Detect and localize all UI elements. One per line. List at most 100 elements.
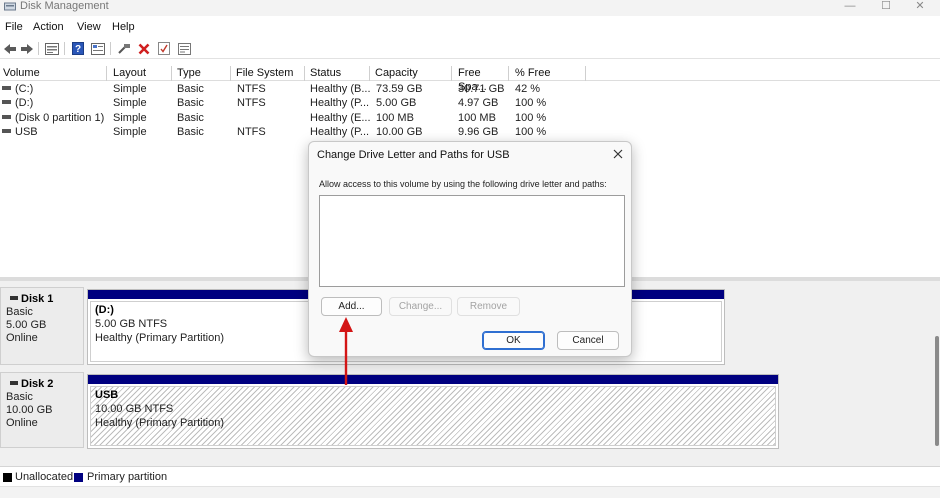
properties-icon[interactable] xyxy=(90,41,106,56)
window-title: Disk Management xyxy=(20,0,109,12)
cell-percent-free: 100 % xyxy=(515,112,547,124)
unallocated-swatch xyxy=(3,473,12,482)
svg-text:?: ? xyxy=(75,44,81,55)
dialog-title: Change Drive Letter and Paths for USB xyxy=(317,149,510,161)
table-row[interactable]: USB Simple Basic NTFS Healthy (P... 10.0… xyxy=(0,125,940,139)
column-status[interactable]: Status xyxy=(307,66,370,81)
disk-2-label[interactable]: Disk 2 Basic 10.00 GB Online xyxy=(0,372,84,448)
column-percent-free[interactable]: % Free xyxy=(512,66,586,81)
connect-icon[interactable] xyxy=(116,41,132,56)
disk-size: 5.00 GB xyxy=(6,319,47,331)
cell-capacity: 100 MB xyxy=(376,112,414,124)
cell-free-space: 30.71 GB xyxy=(458,83,505,95)
title-bar: Disk Management — ☐ ✕ xyxy=(0,0,940,16)
column-type[interactable]: Type xyxy=(174,66,231,81)
disk-icon xyxy=(10,296,18,301)
drive-paths-list[interactable] xyxy=(319,195,625,287)
legend-unallocated: Unallocated xyxy=(15,471,74,483)
cell-layout: Simple xyxy=(113,97,147,109)
disk-management-icon xyxy=(4,2,16,11)
cell-volume: (C:) xyxy=(2,82,107,96)
column-layout[interactable]: Layout xyxy=(110,66,172,81)
cell-percent-free: 100 % xyxy=(515,97,547,109)
volume-name: (C:) xyxy=(15,83,34,95)
volume-name: (D:) xyxy=(15,97,34,109)
menu-view[interactable]: View xyxy=(77,21,101,33)
disk-name: Disk 2 xyxy=(6,377,83,391)
back-icon[interactable] xyxy=(2,41,18,56)
table-row[interactable]: (C:) Simple Basic NTFS Healthy (B... 73.… xyxy=(0,82,940,96)
toolbar: ? xyxy=(0,39,940,59)
maximize-button[interactable]: ☐ xyxy=(868,0,904,14)
cell-free-space: 9.96 GB xyxy=(458,126,499,138)
toolbar-separator xyxy=(110,42,111,55)
volume-icon xyxy=(2,86,11,91)
menu-bar: File Action View Help xyxy=(0,20,940,36)
cell-free-space: 100 MB xyxy=(458,112,496,124)
forward-icon[interactable] xyxy=(19,41,35,56)
table-row[interactable]: (Disk 0 partition 1) Simple Basic Health… xyxy=(0,111,940,125)
primary-partition-swatch xyxy=(74,473,83,482)
cancel-button[interactable]: Cancel xyxy=(557,331,619,350)
delete-icon[interactable] xyxy=(136,41,152,56)
cell-percent-free: 100 % xyxy=(515,126,547,138)
menu-help[interactable]: Help xyxy=(112,21,135,33)
change-button[interactable]: Change... xyxy=(389,297,452,316)
disk-status: Online xyxy=(6,417,38,429)
partition-usb[interactable]: USB 10.00 GB NTFS Healthy (Primary Parti… xyxy=(87,374,779,449)
legend: Unallocated Primary partition xyxy=(0,466,940,486)
partition-health: Healthy (Primary Partition) xyxy=(95,417,224,429)
cell-volume: (D:) xyxy=(2,96,107,110)
cell-file-system: NTFS xyxy=(237,126,266,138)
disk-list-icon[interactable] xyxy=(44,41,60,56)
table-row[interactable]: (D:) Simple Basic NTFS Healthy (P... 5.0… xyxy=(0,96,940,110)
dialog-close-icon[interactable] xyxy=(609,145,627,163)
cell-file-system: NTFS xyxy=(237,97,266,109)
volume-icon xyxy=(2,129,11,134)
legend-primary-partition: Primary partition xyxy=(87,471,168,483)
cell-status: Healthy (E... xyxy=(310,112,371,124)
disk-1-label[interactable]: Disk 1 Basic 5.00 GB Online xyxy=(0,287,84,365)
disk-name-text: Disk 2 xyxy=(21,378,54,390)
red-arrow-annotation xyxy=(339,317,353,385)
cell-volume: (Disk 0 partition 1) xyxy=(2,111,110,125)
help-icon[interactable]: ? xyxy=(70,41,86,56)
check-icon[interactable] xyxy=(156,41,172,56)
disk-icon xyxy=(10,381,18,386)
menu-file[interactable]: File xyxy=(5,21,23,33)
cell-capacity: 10.00 GB xyxy=(376,126,423,138)
cell-status: Healthy (P... xyxy=(310,126,370,138)
add-button[interactable]: Add... xyxy=(321,297,382,316)
partition-body-selected: USB 10.00 GB NTFS Healthy (Primary Parti… xyxy=(90,386,776,446)
ok-button[interactable]: OK xyxy=(482,331,545,350)
cell-type: Basic xyxy=(177,83,204,95)
column-file-system[interactable]: File System xyxy=(233,66,305,81)
volume-icon xyxy=(2,115,11,120)
toolbar-separator xyxy=(38,42,39,55)
close-window-button[interactable]: ✕ xyxy=(902,0,938,14)
vertical-scrollbar[interactable] xyxy=(935,336,939,446)
volume-icon xyxy=(2,100,11,105)
cell-capacity: 5.00 GB xyxy=(376,97,417,109)
cell-status: Healthy (P... xyxy=(310,97,370,109)
disk-type: Basic xyxy=(6,391,33,403)
cell-type: Basic xyxy=(177,97,204,109)
disk-size: 10.00 GB xyxy=(6,404,53,416)
column-volume[interactable]: Volume xyxy=(0,66,107,81)
cell-status: Healthy (B... xyxy=(310,83,371,95)
cell-free-space: 4.97 GB xyxy=(458,97,499,109)
settings-icon[interactable] xyxy=(176,41,192,56)
cell-volume: USB xyxy=(2,125,107,139)
menu-action[interactable]: Action xyxy=(33,21,64,33)
minimize-button[interactable]: — xyxy=(832,0,868,14)
cell-layout: Simple xyxy=(113,83,147,95)
column-capacity[interactable]: Capacity xyxy=(372,66,452,81)
partition-name: USB xyxy=(95,389,119,401)
partition-bar xyxy=(88,375,778,384)
toolbar-separator xyxy=(64,42,65,55)
remove-button[interactable]: Remove xyxy=(457,297,520,316)
cell-capacity: 73.59 GB xyxy=(376,83,423,95)
status-bar xyxy=(0,486,940,498)
cell-file-system xyxy=(237,111,305,125)
column-free-space[interactable]: Free Spa... xyxy=(455,66,509,93)
